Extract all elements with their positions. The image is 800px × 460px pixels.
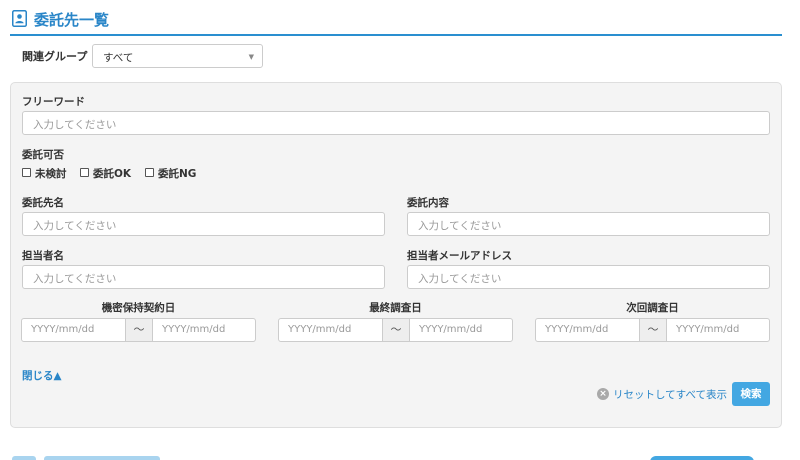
clear-icon: × bbox=[597, 388, 609, 400]
checkbox-box[interactable] bbox=[145, 168, 154, 177]
checkbox-label: 委託NG bbox=[158, 168, 197, 180]
consignment-status-label: 委託可否 bbox=[22, 149, 64, 161]
page-header: 委託先一覧 bbox=[10, 6, 782, 36]
checkbox-box[interactable] bbox=[22, 168, 31, 177]
reset-link-label: リセットしてすべて表示 bbox=[613, 389, 728, 401]
date-placeholder: YYYY/mm/dd bbox=[676, 324, 740, 335]
partial-button[interactable] bbox=[44, 456, 160, 460]
checkbox-label: 委託OK bbox=[93, 168, 132, 180]
group-select[interactable]: すべて ▼ bbox=[92, 44, 263, 68]
last-survey-date-range: YYYY/mm/dd 〜 YYYY/mm/dd bbox=[278, 318, 513, 342]
group-filter-label: 関連グループ bbox=[22, 50, 88, 63]
nda-date-range: YYYY/mm/dd 〜 YYYY/mm/dd bbox=[21, 318, 256, 342]
person-email-input[interactable]: 入力してください bbox=[407, 265, 770, 289]
person-email-label: 担当者メールアドレス bbox=[407, 250, 512, 262]
contractor-name-placeholder: 入力してください bbox=[33, 220, 117, 232]
search-button[interactable]: 検索 bbox=[732, 382, 770, 406]
close-panel-link[interactable]: 閉じる▲ bbox=[22, 368, 62, 383]
person-name-label: 担当者名 bbox=[22, 250, 64, 262]
next-survey-date-to-input[interactable]: YYYY/mm/dd bbox=[667, 319, 769, 341]
contact-card-icon bbox=[12, 10, 27, 27]
last-survey-date-label: 最終調査日 bbox=[369, 302, 422, 314]
range-separator: 〜 bbox=[125, 319, 153, 341]
person-email-placeholder: 入力してください bbox=[418, 273, 502, 285]
checkbox-label: 未検討 bbox=[35, 168, 67, 180]
partial-button[interactable] bbox=[12, 456, 36, 460]
free-word-input[interactable]: 入力してください bbox=[22, 111, 770, 135]
free-word-label: フリーワード bbox=[22, 96, 85, 108]
group-select-value: すべて bbox=[103, 52, 134, 64]
checkbox-box[interactable] bbox=[80, 168, 89, 177]
page-title: 委託先一覧 bbox=[34, 11, 110, 29]
next-survey-date-from-input[interactable]: YYYY/mm/dd bbox=[536, 319, 639, 341]
consignment-content-input[interactable]: 入力してください bbox=[407, 212, 770, 236]
last-survey-date-to-input[interactable]: YYYY/mm/dd bbox=[410, 319, 512, 341]
date-placeholder: YYYY/mm/dd bbox=[288, 324, 352, 335]
person-name-input[interactable]: 入力してください bbox=[22, 265, 385, 289]
date-placeholder: YYYY/mm/dd bbox=[162, 324, 226, 335]
nda-date-to-input[interactable]: YYYY/mm/dd bbox=[153, 319, 255, 341]
date-placeholder: YYYY/mm/dd bbox=[419, 324, 483, 335]
next-survey-date-label: 次回調査日 bbox=[626, 302, 679, 314]
date-placeholder: YYYY/mm/dd bbox=[31, 324, 95, 335]
nda-date-label: 機密保持契約日 bbox=[101, 302, 176, 314]
next-survey-date-range: YYYY/mm/dd 〜 YYYY/mm/dd bbox=[535, 318, 770, 342]
chevron-down-icon: ▼ bbox=[248, 53, 254, 61]
person-name-placeholder: 入力してください bbox=[33, 273, 117, 285]
partial-button[interactable] bbox=[650, 456, 754, 460]
consignment-content-placeholder: 入力してください bbox=[418, 220, 502, 232]
range-separator: 〜 bbox=[382, 319, 410, 341]
range-separator: 〜 bbox=[639, 319, 667, 341]
contractor-name-input[interactable]: 入力してください bbox=[22, 212, 385, 236]
free-word-placeholder: 入力してください bbox=[33, 119, 117, 131]
consignment-content-label: 委託内容 bbox=[407, 197, 449, 209]
date-placeholder: YYYY/mm/dd bbox=[545, 324, 609, 335]
contractor-name-label: 委託先名 bbox=[22, 197, 64, 209]
nda-date-from-input[interactable]: YYYY/mm/dd bbox=[22, 319, 125, 341]
last-survey-date-from-input[interactable]: YYYY/mm/dd bbox=[279, 319, 382, 341]
